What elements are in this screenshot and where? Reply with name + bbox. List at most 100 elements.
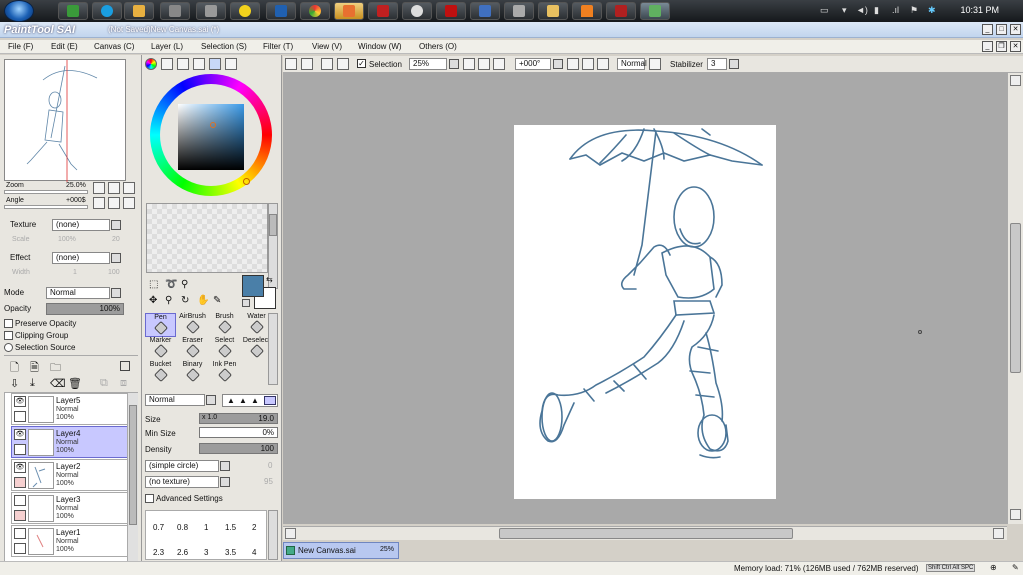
lock-toggle[interactable]: [14, 510, 26, 521]
zoom-slider[interactable]: [4, 190, 88, 194]
preserve-opacity-checkbox[interactable]: [4, 319, 13, 328]
hue-cursor[interactable]: [243, 178, 250, 185]
bucket-tool[interactable]: Bucket: [145, 361, 176, 385]
scroll-down-button[interactable]: [1010, 509, 1021, 520]
taskbar-vlc-icon[interactable]: [572, 2, 602, 20]
brush-blend-mode-select[interactable]: Normal: [145, 394, 205, 406]
brush-texture-select[interactable]: (no texture): [145, 476, 219, 488]
rotate-ccw-button[interactable]: [567, 58, 579, 70]
lock-toggle[interactable]: [14, 411, 26, 422]
selection-checkbox[interactable]: ✓: [357, 59, 366, 68]
document-tab[interactable]: New Canvas.sai 25%: [283, 542, 399, 559]
density-slider[interactable]: 100: [199, 443, 278, 454]
taskbar-app-icon[interactable]: [160, 2, 190, 20]
taskbar-chrome-icon[interactable]: [300, 2, 330, 20]
zoom-out-toolbar-button[interactable]: [463, 58, 475, 70]
taskbar-app-icon[interactable]: [58, 2, 88, 20]
angle-slider[interactable]: [4, 205, 88, 209]
taskbar-app-icon[interactable]: [196, 2, 226, 20]
menu-window[interactable]: Window (W): [358, 42, 402, 51]
stabilizer-select[interactable]: 3: [707, 58, 727, 70]
taskbar-skype-icon[interactable]: [92, 2, 122, 20]
zoom-out-button[interactable]: [93, 182, 105, 194]
taskbar-app-icon[interactable]: [504, 2, 534, 20]
preset-size[interactable]: 1: [204, 523, 208, 532]
brush-mode-dropdown-icon[interactable]: [206, 395, 216, 405]
visibility-eye-icon[interactable]: 👁: [14, 396, 26, 407]
clipping-group-checkbox[interactable]: [4, 331, 13, 340]
shape-soft-icon[interactable]: ▲: [251, 396, 259, 405]
primary-color-swatch[interactable]: [242, 275, 264, 297]
mdi-restore-button[interactable]: ❐: [996, 41, 1007, 52]
deselect-button[interactable]: [321, 58, 333, 70]
taskbar-app-icon[interactable]: [230, 2, 260, 20]
minimize-button[interactable]: _: [982, 24, 993, 35]
preset-size[interactable]: 2: [252, 523, 256, 532]
swatches-tab-icon[interactable]: [209, 58, 221, 70]
taskbar-app-icon[interactable]: [606, 2, 636, 20]
mode-dropdown-icon[interactable]: [111, 288, 121, 298]
mixer-tab-icon[interactable]: [193, 58, 205, 70]
layer-row[interactable]: 👁 Layer2 Normal 100%: [11, 459, 129, 491]
visibility-eye-icon[interactable]: 👁: [14, 462, 26, 473]
taskbar-app-icon[interactable]: [368, 2, 398, 20]
magic-wand-icon[interactable]: ⚲: [181, 279, 188, 290]
horizontal-scrollbar[interactable]: [283, 526, 1007, 540]
taskbar-app-icon[interactable]: [640, 2, 670, 20]
zoom-reset-button[interactable]: [123, 182, 135, 194]
rect-select-icon[interactable]: ⬚: [149, 279, 158, 290]
hand-icon[interactable]: ✋: [197, 295, 209, 306]
binary-tool[interactable]: Binary: [177, 361, 208, 385]
taskbar-folder-icon[interactable]: [538, 2, 568, 20]
close-button[interactable]: ✕: [1010, 24, 1021, 35]
view-mode-select[interactable]: Normal: [617, 58, 647, 70]
preset-size[interactable]: 0.8: [177, 523, 188, 532]
layer-settings-icon[interactable]: [120, 361, 130, 371]
taskbar-acrobat-icon[interactable]: [436, 2, 466, 20]
rotate-left-button[interactable]: [93, 197, 105, 209]
flip-canvas-button[interactable]: [649, 58, 661, 70]
menu-file[interactable]: File (F): [8, 42, 33, 51]
tray-arrow-icon[interactable]: ▾: [842, 5, 847, 16]
blend-mode-select[interactable]: Normal: [46, 287, 110, 299]
clear-layer-icon[interactable]: ⌫: [50, 377, 66, 390]
lock-toggle[interactable]: [14, 543, 26, 554]
visibility-eye-icon[interactable]: 👁: [14, 429, 26, 440]
layer-list-scrollbar[interactable]: [127, 393, 138, 561]
scroll-up-button[interactable]: [1010, 75, 1021, 86]
apply-mask-icon[interactable]: ⧉: [100, 377, 108, 390]
min-size-slider[interactable]: 0%: [199, 427, 278, 438]
scratchpad-tab-icon[interactable]: [225, 58, 237, 70]
menu-view[interactable]: View (V): [312, 42, 342, 51]
redo-button[interactable]: [301, 58, 313, 70]
brush-shape-presets[interactable]: ▲ ▲ ▲: [222, 394, 278, 407]
presets-scrollbar[interactable]: [268, 510, 278, 560]
rotate-cw-button[interactable]: [582, 58, 594, 70]
brush-shape-dropdown-icon[interactable]: [220, 461, 230, 471]
mdi-close-button[interactable]: ✕: [1010, 41, 1021, 52]
tray-signal-icon[interactable]: .ıl: [892, 5, 899, 15]
menu-filter[interactable]: Filter (T): [263, 42, 293, 51]
layer-scroll-thumb[interactable]: [129, 405, 137, 525]
tray-laptop-icon[interactable]: ▭: [820, 5, 829, 16]
size-slider[interactable]: x 1.0 19.0: [199, 413, 278, 424]
airbrush-tool[interactable]: AirBrush: [177, 313, 208, 337]
vertical-scrollbar[interactable]: [1007, 73, 1023, 524]
new-layer-icon[interactable]: 🗋: [10, 359, 19, 378]
selection-source-radio[interactable]: [4, 343, 13, 352]
stabilizer-dropdown-icon[interactable]: [729, 59, 739, 69]
lock-toggle[interactable]: [14, 444, 26, 455]
visibility-eye-icon[interactable]: [14, 528, 26, 539]
transfer-down-icon[interactable]: ⇩: [10, 377, 19, 390]
swatch-grid[interactable]: [146, 203, 268, 273]
horizontal-scroll-thumb[interactable]: [499, 528, 793, 539]
menu-layer[interactable]: Layer (L): [151, 42, 183, 51]
new-folder-icon[interactable]: 🗀: [50, 359, 61, 378]
advanced-settings-checkbox[interactable]: [145, 494, 154, 503]
scroll-left-button[interactable]: [285, 528, 296, 539]
rgb-slider-tab-icon[interactable]: [161, 58, 173, 70]
zoom-tool-icon[interactable]: ⚲: [165, 295, 172, 306]
clock[interactable]: 10:31 PM: [960, 5, 999, 15]
mdi-minimize-button[interactable]: _: [982, 41, 993, 52]
angle-dropdown-icon[interactable]: [553, 59, 563, 69]
